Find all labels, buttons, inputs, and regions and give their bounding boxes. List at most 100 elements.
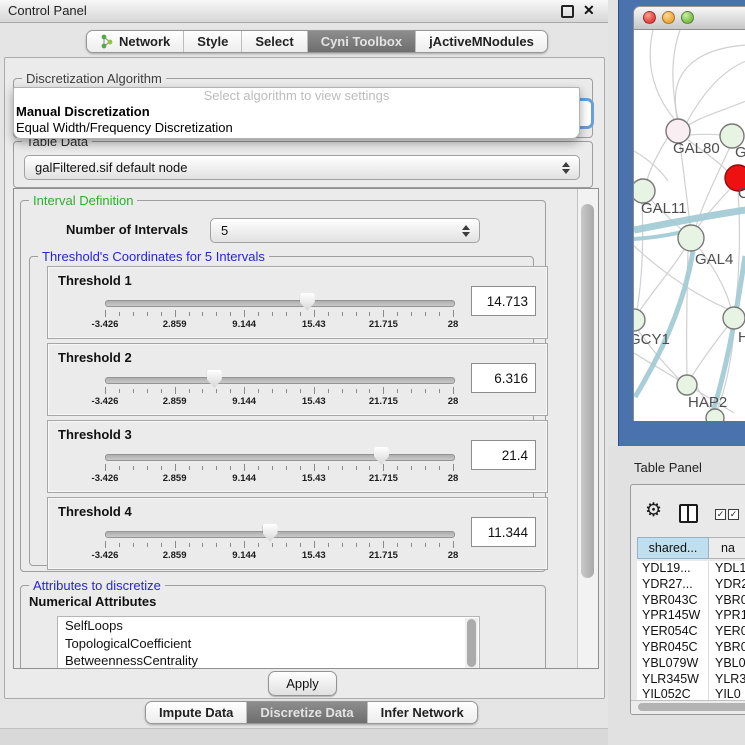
name-cell[interactable]: YDL1 bbox=[709, 561, 745, 577]
threshold-3-slider[interactable] bbox=[105, 454, 455, 461]
slider-ticks bbox=[105, 541, 453, 549]
shared-name-cell[interactable]: YBR043C bbox=[637, 593, 709, 609]
tick-mark bbox=[453, 464, 454, 471]
minimize-traffic-light[interactable] bbox=[662, 11, 675, 24]
network-node[interactable] bbox=[678, 225, 704, 251]
attribute-items: SelfLoopsTopologicalCoefficientBetweenne… bbox=[58, 617, 479, 669]
option-equal-width-frequency[interactable]: Equal Width/Frequency Discretization bbox=[14, 120, 579, 136]
slider-thumb[interactable] bbox=[374, 447, 389, 465]
list-scrollbar-thumb[interactable] bbox=[467, 619, 476, 667]
tick-label: 15.43 bbox=[302, 473, 326, 484]
checkbox-icon[interactable]: ✓ bbox=[728, 509, 739, 520]
threshold-1-value-field[interactable]: 14.713 bbox=[471, 286, 536, 316]
tick-mark bbox=[356, 389, 357, 393]
table-data-combo[interactable]: galFiltered.sif default node bbox=[24, 155, 580, 180]
vertical-scrollbar[interactable] bbox=[577, 189, 598, 668]
tab-impute-data[interactable]: Impute Data bbox=[146, 702, 247, 723]
list-item[interactable]: TopologicalCoefficient bbox=[58, 635, 479, 653]
table-row[interactable]: YBR043CYBR0 bbox=[637, 593, 745, 609]
tab-select[interactable]: Select bbox=[242, 31, 307, 52]
network-node[interactable] bbox=[677, 375, 697, 395]
threshold-4-slider[interactable] bbox=[105, 531, 455, 538]
shared-name-cell[interactable]: YER054C bbox=[637, 624, 709, 640]
tick-mark bbox=[133, 312, 134, 316]
list-item[interactable]: SelfLoops bbox=[58, 617, 479, 635]
zoom-traffic-light[interactable] bbox=[681, 11, 694, 24]
threshold-4-value-field[interactable]: 11.344 bbox=[471, 517, 536, 547]
shared-name-cell[interactable]: YBR045C bbox=[637, 640, 709, 656]
tick-mark bbox=[258, 389, 259, 393]
name-cell[interactable]: YBR0 bbox=[709, 593, 745, 609]
tab-cyni-toolbox[interactable]: Cyni Toolbox bbox=[308, 31, 416, 52]
close-icon[interactable]: ✕ bbox=[583, 2, 595, 19]
slider-tick-labels: -3.4262.8599.14415.4321.71528 bbox=[105, 550, 453, 562]
numerical-attributes-list[interactable]: SelfLoopsTopologicalCoefficientBetweenne… bbox=[57, 616, 480, 669]
tick-mark bbox=[342, 466, 343, 470]
table-header: shared... na bbox=[637, 537, 745, 559]
network-canvas[interactable]: GAL80GACGAL11GAL4GCY1HHAP2 bbox=[634, 30, 745, 421]
vertical-scrollbar-thumb[interactable] bbox=[581, 204, 594, 578]
shared-name-cell[interactable]: YPR145W bbox=[637, 608, 709, 624]
slider-thumb[interactable] bbox=[207, 370, 222, 388]
threshold-1-slider[interactable] bbox=[105, 300, 455, 307]
threshold-2-value-field[interactable]: 6.316 bbox=[471, 363, 536, 393]
name-cell[interactable]: YBL0 bbox=[709, 656, 745, 672]
tick-mark bbox=[216, 389, 217, 393]
threshold-3-value-field[interactable]: 21.4 bbox=[471, 440, 536, 470]
option-manual-discretization[interactable]: Manual Discretization bbox=[14, 104, 579, 120]
tick-mark bbox=[161, 312, 162, 316]
checkbox-icon[interactable]: ✓ bbox=[715, 509, 726, 520]
table-rows[interactable]: YDL19...YDL1YDR27...YDR2YBR043CYBR0YPR14… bbox=[637, 561, 745, 700]
table-row[interactable]: YBR045CYBR0 bbox=[637, 640, 745, 656]
threshold-2-slider[interactable] bbox=[105, 377, 455, 384]
shared-name-cell[interactable]: YLR345W bbox=[637, 672, 709, 688]
tab-infer-network[interactable]: Infer Network bbox=[368, 702, 477, 723]
network-node[interactable] bbox=[723, 307, 745, 329]
slider-thumb[interactable] bbox=[300, 293, 315, 311]
apply-button[interactable]: Apply bbox=[268, 671, 337, 696]
tick-mark bbox=[300, 389, 301, 393]
tick-label: -3.426 bbox=[92, 473, 119, 484]
shared-name-cell[interactable]: YDL19... bbox=[637, 561, 709, 577]
tab-network[interactable]: Network bbox=[87, 31, 184, 52]
list-scrollbar[interactable] bbox=[465, 618, 478, 668]
column-header-name[interactable]: na bbox=[709, 537, 745, 559]
column-header-shared-name[interactable]: shared... bbox=[637, 537, 709, 559]
table-row[interactable]: YDL19...YDL1 bbox=[637, 561, 745, 577]
name-cell[interactable]: YIL0 bbox=[709, 687, 741, 700]
table-row[interactable]: YLR345WYLR3 bbox=[637, 672, 745, 688]
table-row[interactable]: YBL079WYBL0 bbox=[637, 656, 745, 672]
slider-thumb[interactable] bbox=[263, 524, 278, 542]
table-row[interactable]: YPR145WYPR1 bbox=[637, 608, 745, 624]
name-cell[interactable]: YBR0 bbox=[709, 640, 745, 656]
horizontal-scrollbar-thumb[interactable] bbox=[638, 703, 745, 711]
horizontal-scrollbar[interactable] bbox=[631, 700, 745, 714]
tick-mark bbox=[202, 389, 203, 393]
number-of-intervals-combo[interactable]: 5 bbox=[210, 218, 480, 243]
tab-discretize-data[interactable]: Discretize Data bbox=[247, 702, 367, 723]
tab-jactivemnodules[interactable]: jActiveMNodules bbox=[416, 31, 547, 52]
shared-name-cell[interactable]: YBL079W bbox=[637, 656, 709, 672]
table-row[interactable]: YDR27...YDR2 bbox=[637, 577, 745, 593]
float-window-icon[interactable] bbox=[561, 5, 574, 18]
shared-name-cell[interactable]: YDR27... bbox=[637, 577, 709, 593]
name-cell[interactable]: YPR1 bbox=[709, 608, 745, 624]
shared-name-cell[interactable]: YIL052C bbox=[637, 687, 709, 700]
close-traffic-light[interactable] bbox=[643, 11, 656, 24]
tab-style[interactable]: Style bbox=[184, 31, 242, 52]
tick-mark bbox=[175, 464, 176, 471]
tick-mark bbox=[328, 543, 329, 547]
name-cell[interactable]: YER0 bbox=[709, 624, 745, 640]
gear-icon[interactable]: ⚙ bbox=[645, 501, 662, 520]
table-row[interactable]: YIL052CYIL0 bbox=[637, 687, 745, 700]
name-cell[interactable]: YLR3 bbox=[709, 672, 745, 688]
network-node[interactable] bbox=[634, 309, 645, 331]
list-item[interactable]: BetweennessCentrality bbox=[58, 652, 479, 669]
split-columns-icon[interactable] bbox=[679, 504, 698, 523]
tick-mark bbox=[189, 312, 190, 316]
network-graph[interactable]: GAL80GACGAL11GAL4GCY1HHAP2 bbox=[634, 30, 745, 421]
name-cell[interactable]: YDR2 bbox=[709, 577, 745, 593]
tick-mark bbox=[133, 389, 134, 393]
table-row[interactable]: YER054CYER0 bbox=[637, 624, 745, 640]
network-node[interactable] bbox=[706, 409, 724, 421]
